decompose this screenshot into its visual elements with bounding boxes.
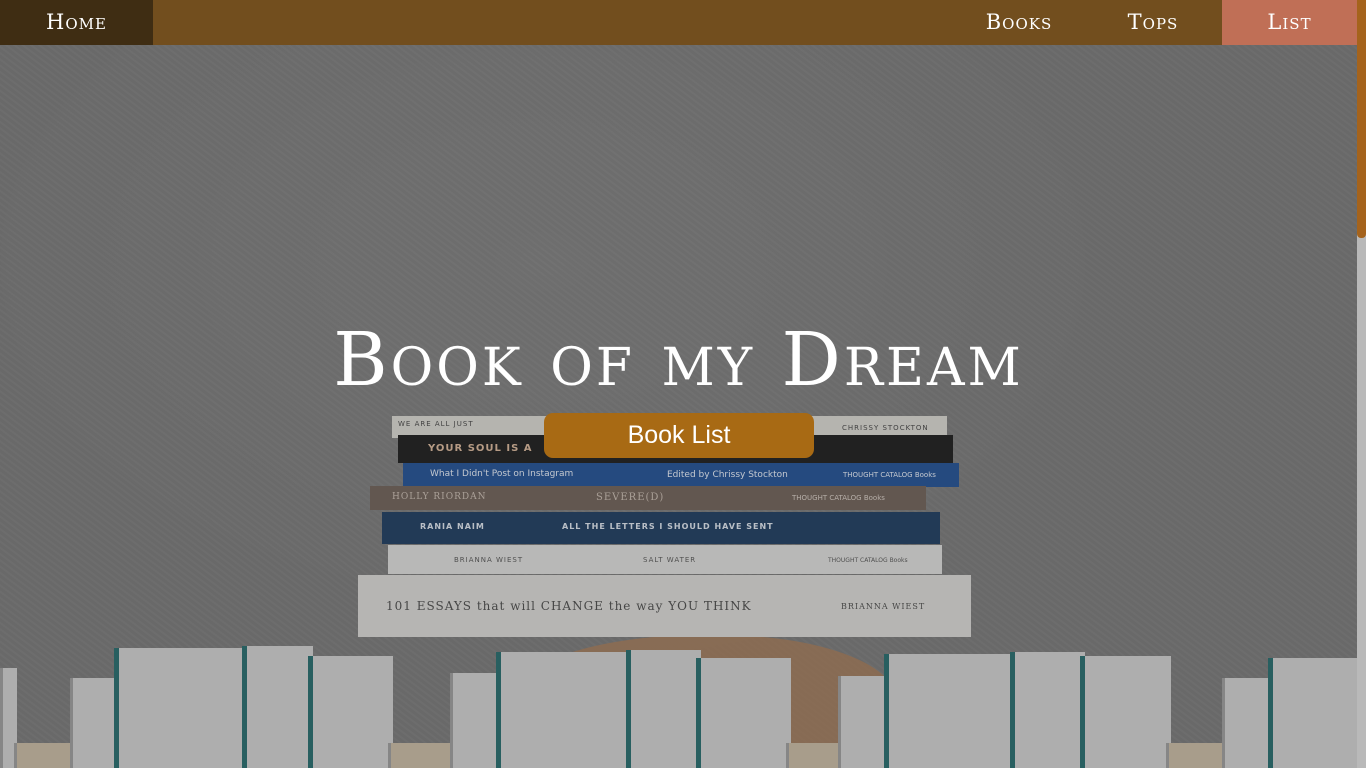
hero-title: Book of my Dream xyxy=(333,317,1024,403)
hero-dim-overlay xyxy=(0,45,1357,768)
book-list-button[interactable]: Book List xyxy=(544,413,814,458)
scrollbar-thumb[interactable] xyxy=(1357,0,1366,238)
nav-tops-link[interactable]: Tops xyxy=(1107,0,1199,45)
nav-books-link[interactable]: Books xyxy=(970,0,1068,45)
nav-list-link[interactable]: List xyxy=(1222,0,1357,45)
hero-section: WE ARE ALL JUST CHRISSY STOCKTON YOUR SO… xyxy=(0,45,1357,768)
page-scrollbar[interactable] xyxy=(1357,0,1366,768)
nav-home-link[interactable]: Home xyxy=(0,0,153,45)
top-navbar: Home Books Tops List xyxy=(0,0,1357,45)
